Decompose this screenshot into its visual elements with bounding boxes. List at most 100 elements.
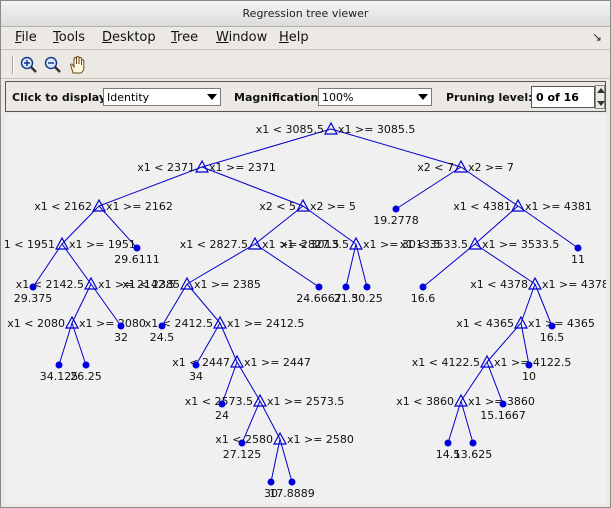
split-right-label: x2 >= 5	[310, 200, 356, 213]
split-node-n1[interactable]	[323, 121, 339, 135]
menu-tree-label: ree	[177, 30, 199, 45]
split-right-label: x1 >= 4365	[528, 317, 595, 330]
tree-canvas[interactable]: x1 < 3085.5 x1 >= 3085.5 x1 < 2371 x1 >= 23…	[5, 114, 606, 504]
window-title: Regression tree viewer	[242, 7, 369, 20]
spinner-up-icon[interactable]	[597, 88, 605, 93]
menu-window-label: indow	[228, 30, 268, 45]
menu-desktop[interactable]: Desktop	[102, 30, 156, 45]
leaf-node-L19[interactable]	[444, 439, 452, 447]
leaf-node-L4[interactable]	[342, 283, 350, 291]
split-left-label: x1 < 1951	[5, 238, 55, 251]
split-right-label: x1 >= 2385	[194, 278, 261, 291]
split-left-label: x1 < 2142.5	[16, 278, 84, 291]
split-right-label: x1 >= 2573.5	[267, 395, 344, 408]
split-left-label: x1 < 2573.5	[185, 395, 253, 408]
menu-file-label: ile	[21, 30, 37, 45]
magnification-label: Magnification:	[234, 91, 323, 104]
leaf-node-L1[interactable]	[392, 205, 400, 213]
split-left-label: x1 < 2447	[172, 356, 230, 369]
dock-arrow-icon[interactable]: ↘	[592, 30, 602, 44]
split-right-label: x2 >= 7	[468, 161, 514, 174]
leaf-node-L8[interactable]	[419, 283, 427, 291]
leaf-node-L15[interactable]	[525, 361, 533, 369]
menu-tree[interactable]: Tree	[171, 30, 198, 45]
split-right-label: x1 >= 4381	[525, 200, 592, 213]
split-right-label: x1 >= 3085.5	[338, 123, 415, 136]
split-left-label: x1 < 2080	[7, 317, 65, 330]
split-left-label: x1 < 4365	[456, 317, 514, 330]
split-left-label: x1 < 2385	[122, 278, 180, 291]
toolbar-separator	[12, 56, 14, 74]
leaf-node-L6[interactable]	[574, 244, 582, 252]
leaf-node-L11[interactable]	[548, 322, 556, 330]
split-right-label: x1 >= 4378	[542, 278, 606, 291]
leaf-value-label: 34	[189, 370, 203, 383]
split-left-label: x1 < 2162	[34, 200, 92, 213]
split-left-label: x1 < 4122.5	[412, 356, 480, 369]
leaf-node-L16[interactable]	[218, 400, 226, 408]
leaf-value-label: 17.8889	[269, 487, 315, 500]
menu-window-mnemonic: W	[216, 30, 229, 45]
leaf-node-L10[interactable]	[158, 322, 166, 330]
leaf-value-label: 10	[522, 370, 536, 383]
magnification-select-value: 100%	[322, 91, 354, 104]
leaf-node-L14[interactable]	[192, 361, 200, 369]
menu-file[interactable]: File	[15, 30, 37, 45]
menu-tools-label: ools	[58, 30, 86, 45]
leaf-node-L20[interactable]	[469, 439, 477, 447]
split-right-label: x1 >= 2412.5	[227, 317, 304, 330]
leaf-value-label: 11	[571, 253, 585, 266]
split-right-label: x1 >= 2162	[106, 200, 173, 213]
split-left-label: x1 < 2371	[137, 161, 195, 174]
pan-hand-icon[interactable]	[67, 55, 87, 75]
menu-bar: File Tools Desktop Tree Window Help ↘	[1, 27, 610, 49]
leaf-node-L5[interactable]	[363, 283, 371, 291]
menu-help-mnemonic: H	[279, 30, 289, 45]
leaf-node-L18[interactable]	[238, 439, 246, 447]
split-left-label: x1 < 4378	[470, 278, 528, 291]
leaf-value-label: 24.5	[150, 331, 175, 344]
title-bar[interactable]: Regression tree viewer	[1, 1, 610, 27]
pruning-level-field[interactable]: 0 of 16	[531, 86, 595, 108]
menu-desktop-mnemonic: D	[102, 30, 113, 45]
magnification-select[interactable]: 100%	[318, 88, 432, 106]
leaf-node-L13[interactable]	[82, 361, 90, 369]
control-panel: Click to display: Identity Magnification…	[5, 81, 606, 112]
chevron-down-icon	[207, 94, 217, 100]
leaf-node-L2[interactable]	[133, 244, 141, 252]
leaf-node-L12[interactable]	[55, 361, 63, 369]
leaf-value-label: 16.5	[540, 331, 565, 344]
leaf-value-label: 27.125	[223, 448, 262, 461]
leaf-value-label: 15.1667	[480, 409, 526, 422]
split-left-label: x1 < 3533.5	[400, 238, 468, 251]
regression-tree-window: Regression tree viewer File Tools Deskto…	[0, 0, 611, 508]
menu-desktop-label: esktop	[112, 30, 156, 45]
menu-tools[interactable]: Tools	[53, 30, 85, 45]
zoom-out-icon[interactable]	[43, 55, 63, 75]
leaf-node-L3[interactable]	[315, 283, 323, 291]
pruning-spinner[interactable]	[595, 85, 605, 109]
split-right-label: x1 >= 4122.5	[494, 356, 571, 369]
leaf-value-label: 24	[215, 409, 229, 422]
split-left-label: x1 < 4381	[453, 200, 511, 213]
pruning-label: Pruning level:	[446, 91, 533, 104]
split-right-label: x1 >= 3533.5	[482, 238, 559, 251]
zoom-in-icon[interactable]	[19, 55, 39, 75]
split-left-label: x1 < 3085.5	[256, 123, 324, 136]
split-left-label: x1 < 2412.5	[145, 317, 213, 330]
leaf-node-L17[interactable]	[499, 400, 507, 408]
menu-window[interactable]: Window	[216, 30, 267, 45]
regression-tree[interactable]: x1 < 3085.5 x1 >= 3085.5 x1 < 2371 x1 >= 23…	[5, 114, 606, 504]
split-left-label: x2 < 5	[259, 200, 296, 213]
leaf-node-L21[interactable]	[267, 478, 275, 486]
leaf-node-L7[interactable]	[29, 283, 37, 291]
leaf-node-L9[interactable]	[117, 322, 125, 330]
spinner-down-icon[interactable]	[597, 101, 605, 106]
split-right-label: x1 >= 2371	[209, 161, 276, 174]
display-select[interactable]: Identity	[103, 88, 221, 106]
leaf-value-label: 13.625	[454, 448, 493, 461]
leaf-value-label: 32	[114, 331, 128, 344]
leaf-node-L22[interactable]	[288, 478, 296, 486]
menu-help[interactable]: Help	[279, 30, 309, 45]
leaf-value-label: 26.25	[70, 370, 102, 383]
